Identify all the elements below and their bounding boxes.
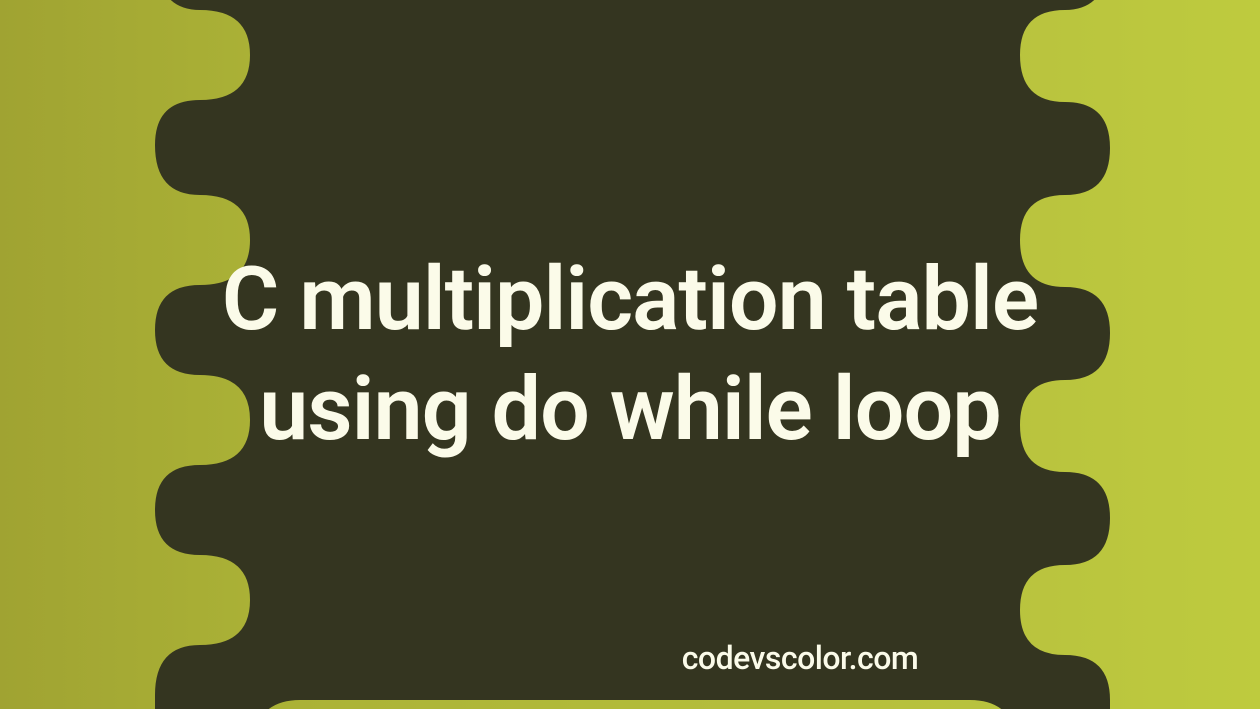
banner-title: C multiplication table using do while lo… [220,245,1040,465]
banner-content: C multiplication table using do while lo… [0,0,1260,709]
